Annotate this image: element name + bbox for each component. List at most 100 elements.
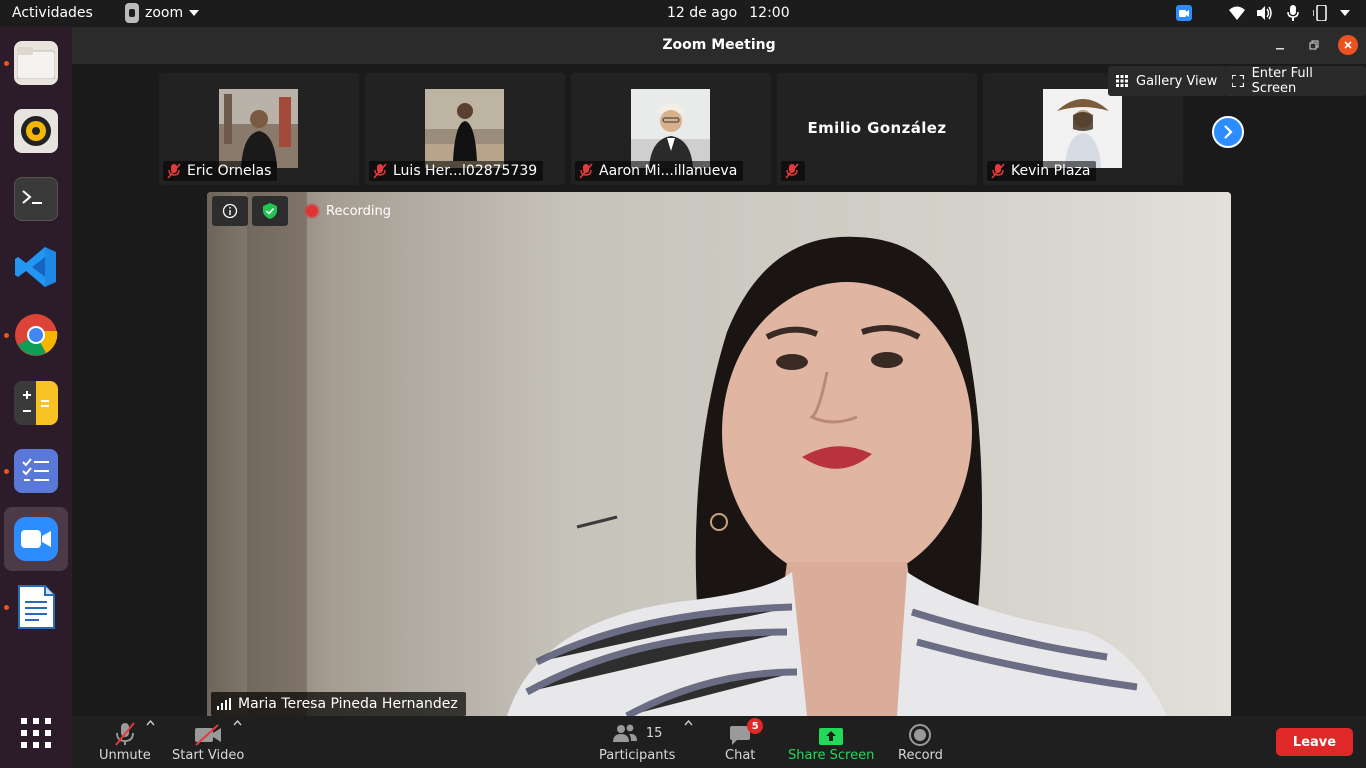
speaker-video-frame [207,192,1231,716]
participant-photo [631,89,710,168]
window-titlebar[interactable]: Zoom Meeting [72,27,1366,64]
dock-chrome[interactable] [4,303,68,367]
speaker-nametag: Maria Teresa Pineda Hernandez [211,692,466,716]
dock-terminal[interactable] [4,167,68,231]
mic-muted-icon [373,163,387,179]
volume-icon [1256,4,1274,22]
clock-time: 12:00 [749,5,790,21]
minimize-icon [1276,48,1284,50]
participant-tile[interactable]: Emilio González [777,73,977,185]
mic-muted-icon [167,163,181,179]
window-title: Zoom Meeting [662,37,776,53]
maximize-button[interactable] [1304,35,1324,55]
participants-options-caret[interactable] [684,720,693,726]
checklist-icon [14,449,58,493]
document-icon [14,585,58,629]
system-top-bar: Actividades zoom 12 de ago 12:00 [0,0,1366,27]
next-page-button[interactable] [1212,116,1244,148]
participant-photo [219,89,298,168]
clock-date: 12 de ago [667,5,738,21]
unmute-label: Unmute [99,748,151,763]
meeting-badges: Recording [212,196,391,226]
active-speaker-video[interactable]: Recording Maria Teresa Pineda Hernandez [207,192,1231,716]
video-off-icon [195,724,222,746]
gallery-view-button[interactable]: Gallery View [1108,66,1226,96]
participant-tile[interactable]: Eric Ornelas [159,73,359,185]
record-button[interactable]: Record [898,720,943,763]
shield-icon [263,203,277,219]
participants-button[interactable]: 15 Participants [599,720,675,763]
participant-name: Kevin Plaza [1011,163,1091,179]
dock [0,27,72,768]
encryption-button[interactable] [252,196,288,226]
grid-icon [1116,75,1128,87]
participant-nametag: Eric Ornelas [163,161,278,181]
chat-button[interactable]: 5 Chat [725,718,764,763]
zoom-meeting-window: Zoom Meeting Eric Ornelas Luis Her...l02… [72,27,1366,768]
show-applications-button[interactable] [4,701,68,765]
participant-strip: Eric Ornelas Luis Her...l02875739 Aaron … [72,64,1366,187]
dock-rhythmbox[interactable] [4,99,68,163]
minimize-button[interactable] [1270,35,1290,55]
close-button[interactable] [1338,35,1358,55]
unmute-button[interactable]: Unmute [99,720,151,763]
participant-nametag: Luis Her...l02875739 [369,161,544,181]
wifi-icon [1228,4,1246,22]
unread-badge: 5 [747,718,764,734]
dock-files[interactable] [4,31,68,95]
zoom-icon [14,517,58,561]
chat-label: Chat [725,748,756,763]
chevron-right-icon [1224,125,1233,139]
chevron-up-icon [146,720,155,726]
chrome-icon [14,313,58,357]
signal-strength-icon [217,698,231,710]
chevron-down-icon [189,10,200,16]
recording-dot-icon [306,205,318,217]
participant-nametag [781,161,805,181]
chevron-up-icon [233,720,242,726]
dock-tasks[interactable] [4,439,68,503]
vscode-icon [14,245,58,289]
speaker-icon [14,109,58,153]
mic-muted-icon [785,163,799,179]
app-menu[interactable]: zoom [125,3,200,23]
participant-name: Luis Her...l02875739 [393,163,538,179]
gallery-view-label: Gallery View [1136,73,1218,89]
share-screen-button[interactable]: Share Screen [788,720,874,763]
activities-button[interactable]: Actividades [12,5,93,21]
expand-icon [1232,75,1244,87]
dock-vscode[interactable] [4,235,68,299]
participant-tile[interactable]: Aaron Mi...illanueva [571,73,771,185]
dock-calculator[interactable] [4,371,68,435]
video-options-caret[interactable] [233,720,242,726]
info-icon [222,203,238,219]
app-menu-label: zoom [145,5,184,21]
participant-photo [1043,89,1122,168]
full-screen-button[interactable]: Enter Full Screen [1224,66,1366,96]
clock[interactable]: 12 de ago 12:00 [667,5,790,21]
record-label: Record [898,748,943,763]
participants-label: Participants [599,748,676,763]
share-screen-icon [819,728,844,745]
zoom-tray-icon[interactable] [1176,5,1192,21]
people-icon [612,724,637,742]
system-tray[interactable] [1176,4,1350,22]
close-icon [1344,41,1352,49]
dock-zoom[interactable] [4,507,68,571]
phone-icon [1312,4,1330,22]
dock-libreoffice-writer[interactable] [4,575,68,639]
record-icon [909,724,932,746]
leave-button[interactable]: Leave [1276,728,1353,756]
chevron-down-icon [1340,10,1350,16]
participant-tile[interactable]: Luis Her...l02875739 [365,73,565,185]
start-video-button[interactable]: Start Video [172,720,244,763]
restore-icon [1309,40,1319,50]
audio-options-caret[interactable] [146,720,155,726]
calculator-icon [14,381,58,425]
start-video-label: Start Video [172,748,245,763]
participant-photo [425,89,504,168]
mic-muted-icon [579,163,593,179]
terminal-icon [14,177,58,221]
mic-muted-icon [115,722,135,746]
meeting-info-button[interactable] [212,196,248,226]
